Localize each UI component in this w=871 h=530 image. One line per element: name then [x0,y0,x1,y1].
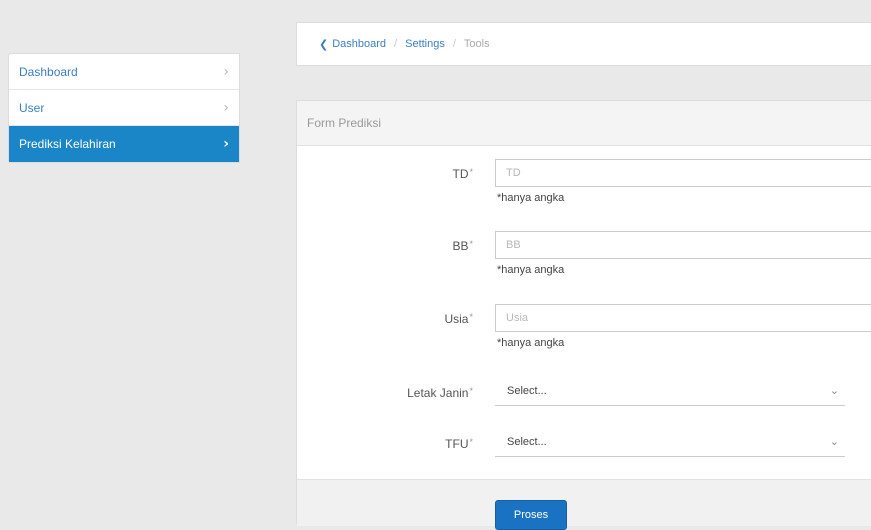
usia-hint: *hanya angka [497,337,565,349]
bb-label-text: BB [452,239,469,253]
sidebar-item-label: User [19,100,45,115]
td-input[interactable] [495,159,871,187]
sidebar-item-label: Prediksi Kelahiran [19,137,116,151]
required-marker: * [469,239,473,249]
select-value: Select... [507,384,547,397]
chevron-down-icon: ⌄ [829,435,839,448]
proses-button[interactable]: Proses [495,500,567,530]
letak-janin-select[interactable]: Select... ⌄ [495,376,845,406]
chevron-right-icon: › [223,63,229,80]
breadcrumb: ❮ Dashboard / Settings / Tools [296,22,871,66]
tfu-select[interactable]: Select... ⌄ [495,427,845,457]
required-marker: * [469,386,473,396]
sidebar-item-user[interactable]: User › [9,90,239,126]
bb-label: BB* [452,239,473,253]
bb-hint: *hanya angka [497,264,565,276]
usia-label: Usia* [444,312,473,326]
letak-janin-label-text: Letak Janin [407,386,469,400]
required-marker: * [469,437,473,447]
form-footer: Proses [297,479,871,530]
breadcrumb-link-settings[interactable]: Settings [405,38,445,50]
tfu-label: TFU* [445,437,473,451]
form-panel: Form Prediksi TD* *hanya angka BB* *hany… [296,100,871,530]
breadcrumb-current: Tools [463,38,490,50]
sidebar-item-dashboard[interactable]: Dashboard › [9,54,239,90]
chevron-right-icon: › [223,99,229,116]
chevron-right-icon: › [223,136,229,152]
breadcrumb-separator: / [394,38,398,50]
usia-input[interactable] [495,304,871,332]
td-label: TD* [452,167,473,181]
bb-input[interactable] [495,231,871,259]
chevron-down-icon: ⌄ [829,384,839,397]
letak-janin-label: Letak Janin* [407,386,473,400]
td-hint: *hanya angka [497,192,565,204]
usia-label-text: Usia [444,312,469,326]
required-marker: * [469,167,473,177]
td-label-text: TD [452,167,469,181]
sidebar: Dashboard › User › Prediksi Kelahiran › [8,53,240,163]
panel-title: Form Prediksi [297,101,871,146]
tfu-label-text: TFU [445,437,469,451]
sidebar-item-label: Dashboard [19,64,78,79]
select-value: Select... [507,435,547,448]
breadcrumb-link-dashboard[interactable]: Dashboard [332,38,386,50]
breadcrumb-separator: / [452,38,456,50]
sidebar-item-prediksi-kelahiran[interactable]: Prediksi Kelahiran › [9,126,239,162]
required-marker: * [469,312,473,322]
chevron-left-icon[interactable]: ❮ [319,38,328,51]
